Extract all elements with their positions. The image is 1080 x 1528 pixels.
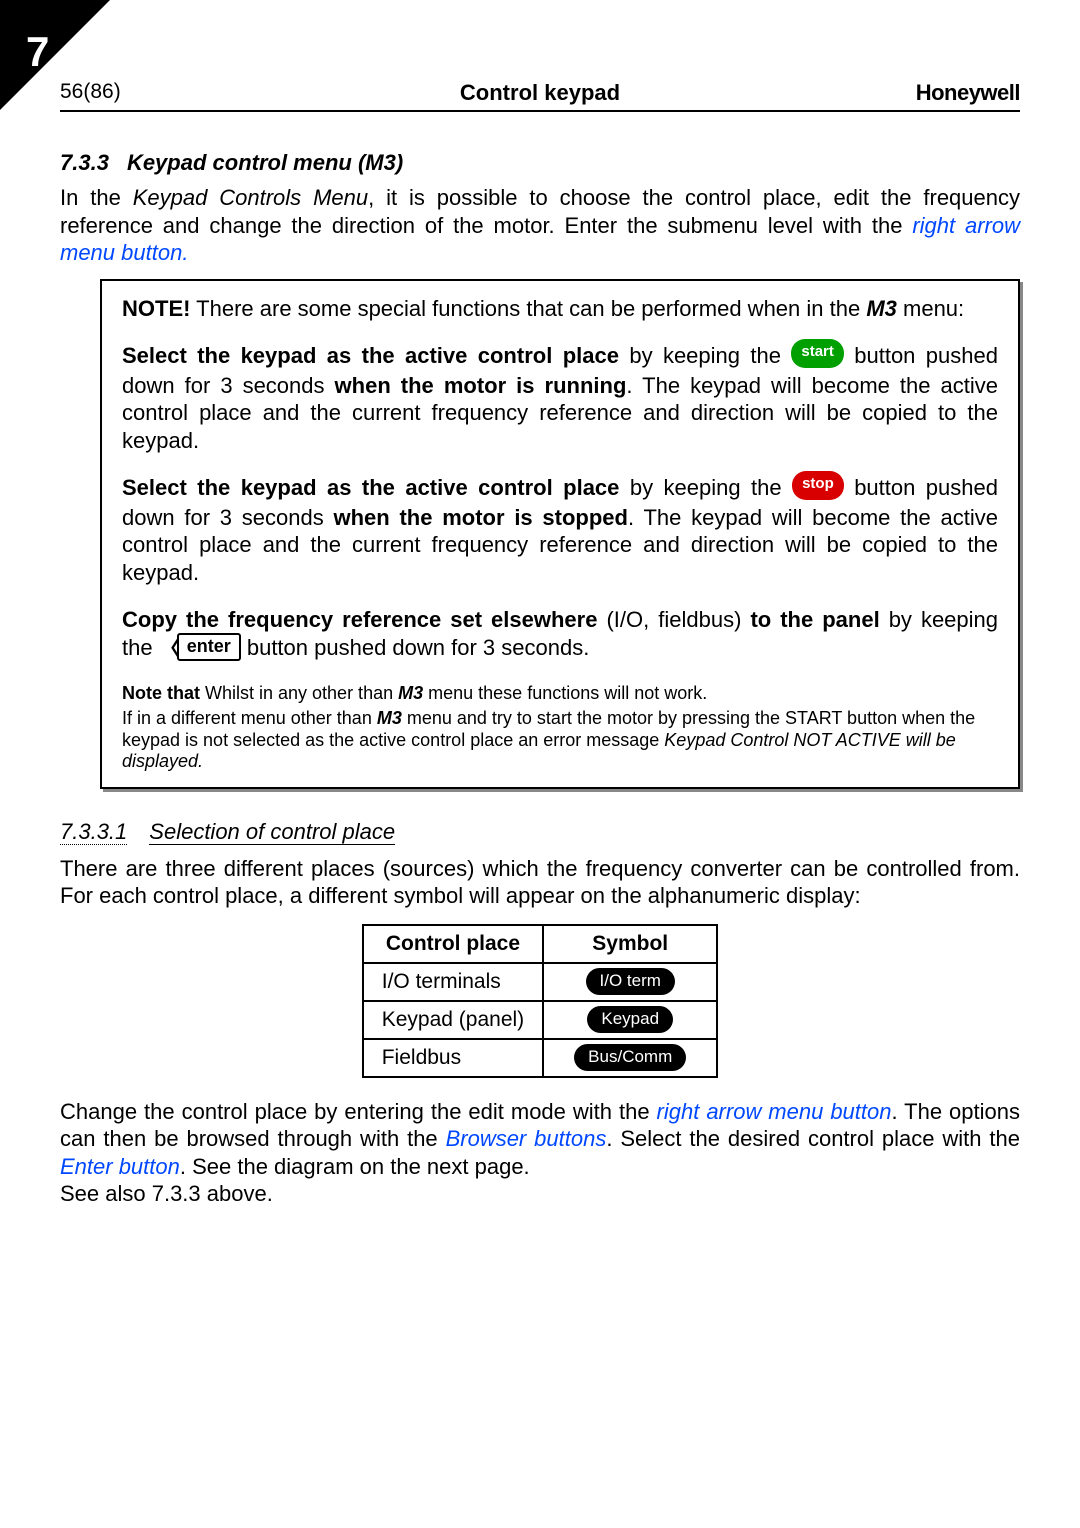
text-bold: to the panel — [750, 607, 879, 632]
text: button pushed down for 3 seconds. — [241, 635, 590, 660]
text: If in a different menu other than — [122, 708, 377, 728]
text: See also 7.3.3 above. — [60, 1181, 273, 1206]
symbol-pill-buscomm: Bus/Comm — [574, 1044, 686, 1071]
cell-control-place: I/O terminals — [363, 963, 543, 1001]
page-body: 7.3.3 Keypad control menu (M3) In the Key… — [60, 150, 1020, 1216]
brand-logo-text: Honeywell — [916, 80, 1020, 106]
th-control-place: Control place — [363, 925, 543, 963]
text-bold: Select the keypad as the active control … — [122, 343, 619, 368]
note-enter-paragraph: Copy the frequency reference set elsewhe… — [122, 606, 998, 662]
intro-paragraph: In the Keypad Controls Menu, it is possi… — [60, 184, 1020, 267]
note-footnote-2: If in a different menu other than M3 men… — [122, 708, 998, 773]
section-heading: 7.3.3 Keypad control menu (M3) — [60, 150, 1020, 176]
link-right-arrow-menu-button[interactable]: right arrow menu button — [657, 1099, 892, 1124]
page-header: 56(86) Control keypad Honeywell — [60, 80, 1020, 112]
table-row: Fieldbus Bus/Comm — [363, 1039, 718, 1077]
text: (I/O, fieldbus) — [597, 607, 750, 632]
text-bold-italic: M3 — [377, 708, 402, 728]
subsection-heading: 7.3.3.1 Selection of control place — [60, 819, 1020, 845]
cell-symbol: Bus/Comm — [543, 1039, 717, 1077]
text-bold: Select the keypad as the active control … — [122, 475, 619, 500]
text-bold: Copy the frequency reference set elsewhe… — [122, 607, 597, 632]
cell-symbol: I/O term — [543, 963, 717, 1001]
text: Change the control place by entering the… — [60, 1099, 657, 1124]
text: menu: — [897, 296, 964, 321]
stop-button-icon: stop — [792, 471, 844, 500]
enter-button-icon: enter — [159, 635, 241, 660]
text-bold: when the motor is stopped — [333, 505, 628, 530]
subsection-title: Selection of control place — [149, 819, 395, 845]
text-bold: Note that — [122, 683, 205, 703]
table-row: Keypad (panel) Keypad — [363, 1001, 718, 1039]
subsection-number: 7.3.3.1 — [60, 819, 127, 845]
text: menu these functions will not work. — [423, 683, 707, 703]
text-bold: when the motor is running — [335, 373, 627, 398]
link-browser-buttons[interactable]: Browser buttons — [446, 1126, 607, 1151]
text: . See the diagram on the next page. — [180, 1154, 530, 1179]
symbol-pill-io-term: I/O term — [586, 968, 675, 995]
enter-button-label: enter — [177, 633, 241, 661]
text-bold-italic: M3 — [398, 683, 423, 703]
cell-control-place: Fieldbus — [363, 1039, 543, 1077]
text: . Select the desired control place with … — [606, 1126, 1020, 1151]
link-enter-button[interactable]: Enter button — [60, 1154, 180, 1179]
note-box: NOTE! There are some special functions t… — [100, 279, 1020, 789]
section-title: Keypad control menu (M3) — [127, 150, 403, 175]
chapter-number: 7 — [26, 28, 49, 76]
text: by keeping the — [619, 475, 792, 500]
cell-control-place: Keypad (panel) — [363, 1001, 543, 1039]
text: There are some special functions that ca… — [190, 296, 866, 321]
text-italic: Keypad Controls Menu — [133, 185, 368, 210]
cell-symbol: Keypad — [543, 1001, 717, 1039]
symbol-pill-keypad: Keypad — [587, 1006, 673, 1033]
note-line-1: NOTE! There are some special functions t… — [122, 295, 998, 323]
note-footnote-1: Note that Whilst in any other than M3 me… — [122, 683, 998, 705]
note-stop-paragraph: Select the keypad as the active control … — [122, 474, 998, 586]
text-bold-italic: M3 — [866, 296, 897, 321]
table-header-row: Control place Symbol — [363, 925, 718, 963]
note-start-paragraph: Select the keypad as the active control … — [122, 342, 998, 454]
start-button-icon: start — [791, 339, 844, 368]
text: by keeping the — [619, 343, 791, 368]
section-number: 7.3.3 — [60, 150, 109, 175]
text-bold: NOTE! — [122, 296, 190, 321]
header-title: Control keypad — [60, 80, 1020, 106]
text: . — [182, 240, 188, 265]
text: In the — [60, 185, 133, 210]
text: Whilst in any other than — [205, 683, 398, 703]
control-place-table: Control place Symbol I/O terminals I/O t… — [362, 924, 719, 1078]
table-row: I/O terminals I/O term — [363, 963, 718, 1001]
outro-paragraph: Change the control place by entering the… — [60, 1098, 1020, 1208]
th-symbol: Symbol — [543, 925, 717, 963]
subsection-intro: There are three different places (source… — [60, 855, 1020, 910]
